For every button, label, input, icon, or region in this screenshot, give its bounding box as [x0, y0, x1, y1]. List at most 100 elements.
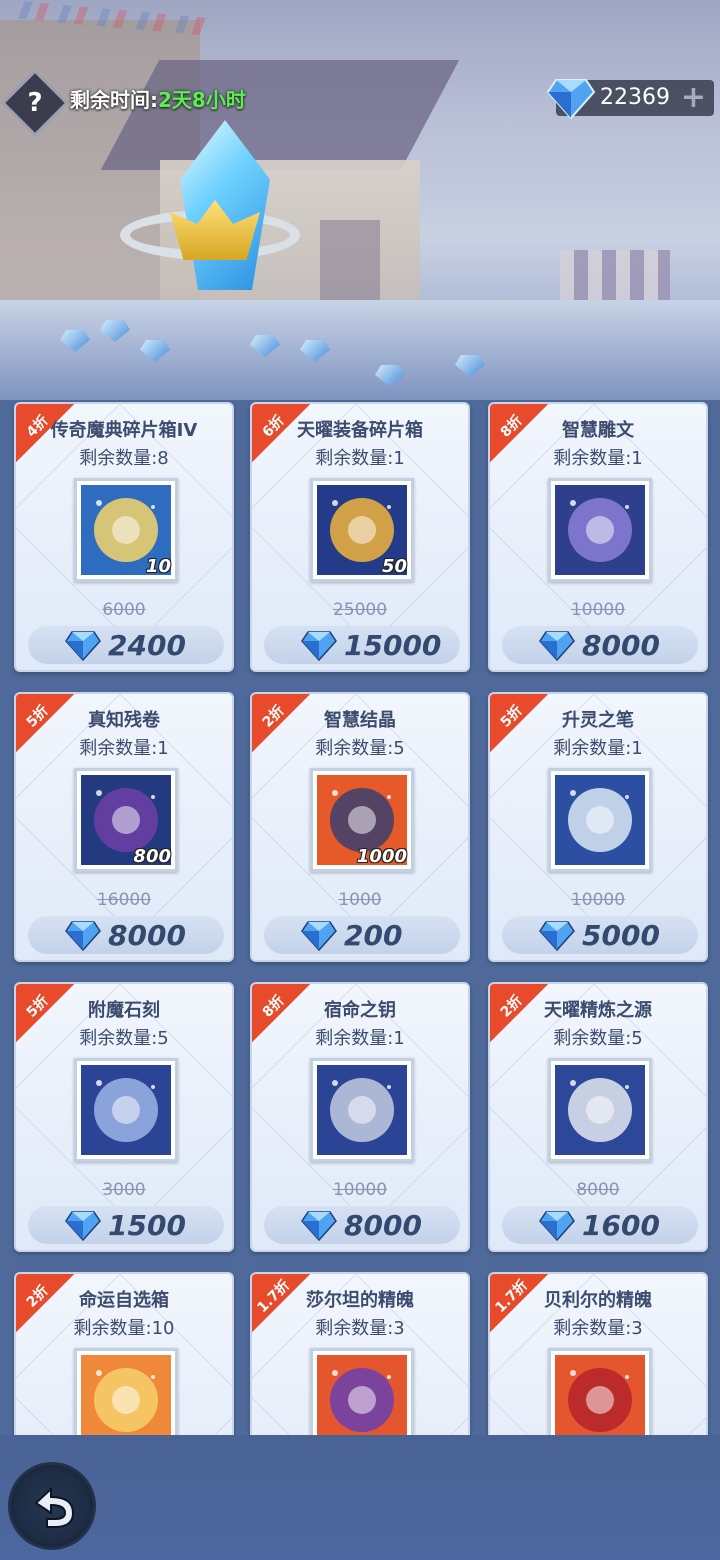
- add-diamond-button[interactable]: +: [681, 82, 706, 114]
- blue-crystal: [180, 120, 270, 290]
- item-quantity: 10: [145, 556, 171, 577]
- diamond-icon: [539, 1211, 575, 1242]
- key-icon: [317, 1065, 407, 1155]
- diamond-icon: [301, 631, 337, 662]
- original-price: 6000: [102, 600, 146, 620]
- diamond-icon: [546, 79, 596, 120]
- original-price: 10000: [332, 1180, 388, 1200]
- item-name: 智慧雕文: [562, 420, 634, 441]
- shop-item-grid: 4折 传奇魔典碎片箱IV 剩余数量:8 10 6000 2400 6折 天曜装备…: [0, 400, 720, 1435]
- diamond-balance: 22369 +: [546, 79, 714, 120]
- buy-button[interactable]: 2400: [28, 626, 224, 664]
- hex-stone-icon: [81, 1065, 171, 1155]
- item-icon-frame[interactable]: 1000: [310, 768, 414, 872]
- diamond-icon: [539, 921, 575, 952]
- timer-label: 剩余时间:: [70, 88, 158, 112]
- diamond-count: 22369: [600, 85, 670, 110]
- item-icon-frame[interactable]: [548, 478, 652, 582]
- original-price: 16000: [96, 890, 152, 910]
- item-name: 智慧结晶: [324, 710, 396, 731]
- shop-item-card[interactable]: 2折 命运自选箱 剩余数量:10: [14, 1272, 234, 1435]
- item-icon-frame[interactable]: [548, 1058, 652, 1162]
- item-name: 真知残卷: [88, 710, 160, 731]
- item-icon-frame[interactable]: [548, 1348, 652, 1435]
- buy-button[interactable]: 15000: [264, 626, 460, 664]
- shop-item-card[interactable]: 2折 智慧结晶 剩余数量:5 1000 1000 200: [250, 692, 470, 962]
- item-name: 贝利尔的精魄: [544, 1290, 652, 1311]
- diamond-icon: [301, 921, 337, 952]
- diamond-icon: [301, 1211, 337, 1242]
- item-remaining: 剩余数量:1: [553, 738, 643, 759]
- sale-price: 5000: [582, 919, 660, 952]
- item-quantity: 1000: [356, 846, 407, 867]
- item-icon-frame[interactable]: [310, 1348, 414, 1435]
- item-icon-frame[interactable]: 50: [310, 478, 414, 582]
- red-orb-icon: [555, 1355, 645, 1435]
- sale-price: 8000: [108, 919, 186, 952]
- item-name: 命运自选箱: [79, 1290, 169, 1311]
- shop-item-card[interactable]: 4折 传奇魔典碎片箱IV 剩余数量:8 10 6000 2400: [14, 402, 234, 672]
- original-price: 8000: [576, 1180, 620, 1200]
- time-remaining: 剩余时间:2天8小时: [70, 86, 246, 114]
- banner-door: [320, 220, 380, 300]
- shop-item-card[interactable]: 2折 天曜精炼之源 剩余数量:5 8000 1600: [488, 982, 708, 1252]
- original-price: 10000: [570, 890, 626, 910]
- item-remaining: 剩余数量:1: [553, 448, 643, 469]
- gold-chest-icon: [81, 1355, 171, 1435]
- shop-item-card[interactable]: 1.7折 莎尔坦的精魄 剩余数量:3: [250, 1272, 470, 1435]
- sale-price: 1500: [108, 1209, 186, 1242]
- item-icon-frame[interactable]: 800: [74, 768, 178, 872]
- item-remaining: 剩余数量:1: [79, 738, 169, 759]
- sale-price: 15000: [344, 629, 442, 662]
- buy-button[interactable]: 8000: [264, 1206, 460, 1244]
- item-name: 天曜装备碎片箱: [297, 420, 423, 441]
- sale-price: 1600: [582, 1209, 660, 1242]
- shop-item-card[interactable]: 5折 升灵之笔 剩余数量:1 10000 5000: [488, 692, 708, 962]
- diamond-icon: [539, 631, 575, 662]
- buy-button[interactable]: 5000: [502, 916, 698, 954]
- shop-item-card[interactable]: 6折 天曜装备碎片箱 剩余数量:1 50 25000 15000: [250, 402, 470, 672]
- back-button[interactable]: [8, 1462, 96, 1550]
- shop-item-card[interactable]: 8折 宿命之钥 剩余数量:1 10000 8000: [250, 982, 470, 1252]
- shop-item-card[interactable]: 8折 智慧雕文 剩余数量:1 10000 8000: [488, 402, 708, 672]
- shop-item-card[interactable]: 5折 附魔石刻 剩余数量:5 3000 1500: [14, 982, 234, 1252]
- item-icon-frame[interactable]: [74, 1348, 178, 1435]
- help-button[interactable]: ?: [12, 80, 58, 126]
- item-quantity: 800: [133, 846, 171, 867]
- item-remaining: 剩余数量:1: [315, 1028, 405, 1049]
- quill-pen-icon: [555, 775, 645, 865]
- item-icon-frame[interactable]: [548, 768, 652, 872]
- shop-item-card[interactable]: 5折 真知残卷 剩余数量:1 800 16000 8000: [14, 692, 234, 962]
- diamond-icon: [65, 921, 101, 952]
- sale-price: 200: [344, 919, 403, 952]
- sale-price: 2400: [108, 629, 186, 662]
- buy-button[interactable]: 200: [264, 916, 460, 954]
- item-remaining: 剩余数量:5: [553, 1028, 643, 1049]
- original-price: 25000: [332, 600, 388, 620]
- diamond-icon: [65, 1211, 101, 1242]
- item-icon-frame[interactable]: [310, 1058, 414, 1162]
- item-name: 升灵之笔: [562, 710, 634, 731]
- buy-button[interactable]: 8000: [28, 916, 224, 954]
- item-remaining: 剩余数量:3: [315, 1318, 405, 1339]
- diamond-icon: [65, 631, 101, 662]
- back-arrow-icon: [34, 1486, 75, 1528]
- item-remaining: 剩余数量:10: [73, 1318, 175, 1339]
- bottom-bar: [0, 1435, 720, 1560]
- buy-button[interactable]: 1600: [502, 1206, 698, 1244]
- buy-button[interactable]: 1500: [28, 1206, 224, 1244]
- shop-item-card[interactable]: 1.7折 贝利尔的精魄 剩余数量:3: [488, 1272, 708, 1435]
- item-remaining: 剩余数量:1: [315, 448, 405, 469]
- sale-price: 8000: [344, 1209, 422, 1242]
- item-remaining: 剩余数量:8: [79, 448, 169, 469]
- item-remaining: 剩余数量:5: [79, 1028, 169, 1049]
- item-remaining: 剩余数量:5: [315, 738, 405, 759]
- item-icon-frame[interactable]: [74, 1058, 178, 1162]
- buy-button[interactable]: 8000: [502, 626, 698, 664]
- silver-cylinder-icon: [555, 1065, 645, 1155]
- star-rune-icon: [555, 485, 645, 575]
- item-icon-frame[interactable]: 10: [74, 478, 178, 582]
- banner-ground: [0, 300, 720, 400]
- original-price: 1000: [338, 890, 382, 910]
- item-name: 天曜精炼之源: [544, 1000, 652, 1021]
